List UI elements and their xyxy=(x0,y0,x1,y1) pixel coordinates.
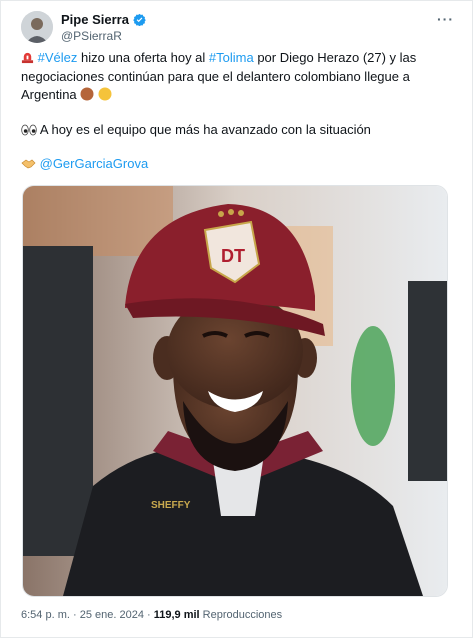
more-options-icon[interactable]: ··· xyxy=(437,11,454,27)
handshake-icon xyxy=(21,159,36,169)
tweet-paragraph-3: @GerGarciaGrova xyxy=(21,155,456,174)
eyes-icon xyxy=(21,124,37,135)
tweet-header: Pipe Sierra @PSierraR ··· xyxy=(21,11,458,45)
player-photo-illustration: DT SHEFFY xyxy=(23,186,447,596)
view-count: 119,9 mil xyxy=(153,609,200,621)
tweet-time[interactable]: 6:54 p. m. xyxy=(21,609,70,621)
cap-logo-text: DT xyxy=(221,246,245,266)
brown-circle-icon xyxy=(80,87,94,101)
tweet-date[interactable]: 25 ene. 2024 xyxy=(80,609,144,621)
avatar[interactable] xyxy=(21,11,53,43)
views-label: Reproducciones xyxy=(199,609,283,621)
author-handle[interactable]: @PSierraR xyxy=(61,29,122,43)
verified-badge-icon xyxy=(133,13,146,26)
tweet-paragraph-2: A hoy es el equipo que más ha avanzado c… xyxy=(21,121,456,140)
hashtag-velez[interactable]: #Vélez xyxy=(38,50,78,65)
meta-separator: · xyxy=(69,609,80,621)
tweet-card: Pipe Sierra @PSierraR ··· #Vélez hizo un… xyxy=(0,0,473,638)
author-name[interactable]: Pipe Sierra xyxy=(61,12,129,27)
tweet-text: #Vélez hizo una oferta hoy al #Tolima po… xyxy=(21,49,456,174)
tweet-text-segment: A hoy es el equipo que más ha avanzado c… xyxy=(39,121,371,137)
tweet-text-segment: hizo una oferta hoy al xyxy=(77,50,209,65)
yellow-circle-icon xyxy=(98,87,112,101)
tweet-meta: 6:54 p. m. · 25 ene. 2024 · 119,9 mil Re… xyxy=(21,609,282,621)
tweet-paragraph-1: #Vélez hizo una oferta hoy al #Tolima po… xyxy=(21,49,456,105)
meta-separator: · xyxy=(143,609,154,621)
hashtag-tolima[interactable]: #Tolima xyxy=(209,50,254,65)
jacket-brand-text: SHEFFY xyxy=(151,500,191,511)
mention-link[interactable]: @GerGarciaGrova xyxy=(40,156,149,171)
tweet-photo[interactable]: DT SHEFFY xyxy=(22,185,448,597)
siren-icon xyxy=(21,52,34,64)
